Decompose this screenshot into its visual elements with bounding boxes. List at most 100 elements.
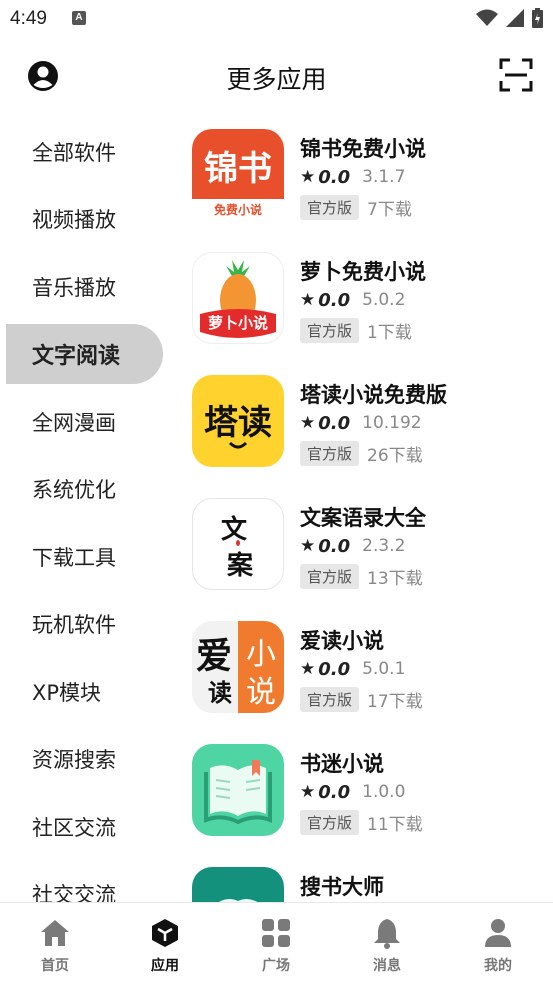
bottom-navigation: 首页 应用 广场 消息 我的 [0, 902, 553, 984]
nav-label: 应用 [151, 958, 179, 974]
app-item[interactable]: 文 案 文案语录大全 ★ 0.0 2.3.2 官方版 13下载 [192, 498, 553, 594]
app-icon-tadu: 塔读 [192, 375, 284, 467]
app-rating-row: ★ 0.0 1.0.0 [300, 780, 405, 804]
category-music[interactable]: 音乐播放 [6, 257, 163, 317]
status-icons [476, 8, 543, 28]
category-social[interactable]: 社交交流 [6, 864, 163, 902]
app-tag-row: 官方版 1下载 [300, 317, 412, 343]
category-label: 玩机软件 [32, 613, 116, 637]
category-tools[interactable]: 玩机软件 [6, 594, 163, 654]
star-icon: ★ [300, 782, 316, 802]
app-icon-aidu: 爱 读 小 说 [192, 621, 284, 713]
app-rating: 0.0 [318, 412, 351, 434]
status-bar: 4:49 A [0, 0, 553, 38]
official-badge: 官方版 [300, 686, 360, 712]
app-icon-shumi [192, 744, 284, 836]
notification-icon: A [72, 11, 86, 25]
download-count: 11下载 [367, 814, 423, 835]
app-name: 塔读小说免费版 [300, 383, 447, 407]
grid-icon [262, 919, 290, 947]
star-icon: ★ [300, 167, 316, 187]
app-name: 爱读小说 [300, 629, 384, 653]
download-count: 7下载 [367, 199, 412, 220]
official-badge: 官方版 [300, 194, 360, 220]
category-label: 社交交流 [32, 883, 116, 902]
app-rating-row: ★ 0.0 10.192 [300, 411, 422, 435]
category-video[interactable]: 视频播放 [6, 189, 163, 249]
nav-profile[interactable]: 我的 [443, 903, 553, 984]
app-item[interactable]: 锦书 免费小说 锦书免费小说 ★ 0.0 3.1.7 官方版 7下载 [192, 129, 553, 225]
category-label: 资源搜索 [32, 748, 116, 772]
category-label: 视频播放 [32, 208, 116, 232]
app-rating-row: ★ 0.0 3.1.7 [300, 165, 405, 189]
nav-label: 我的 [484, 958, 512, 974]
app-version: 5.0.2 [362, 290, 406, 310]
nav-home[interactable]: 首页 [0, 903, 110, 984]
bell-icon [374, 919, 400, 949]
star-icon: ★ [300, 536, 316, 556]
app-rating: 0.0 [318, 535, 351, 557]
app-item[interactable]: 爱 读 小 说 爱读小说 ★ 0.0 5.0.1 官方版 17下载 [192, 621, 553, 717]
app-name: 搜书大师 [300, 875, 384, 899]
battery-icon [532, 8, 543, 28]
category-all[interactable]: 全部软件 [6, 122, 163, 182]
download-count: 13下载 [367, 568, 423, 589]
home-icon [41, 920, 69, 946]
star-icon: ★ [300, 659, 316, 679]
category-comics[interactable]: 全网漫画 [6, 392, 163, 452]
icon-text: 说 [246, 675, 276, 710]
app-icon-soushu [192, 867, 284, 902]
app-version: 5.0.1 [362, 659, 406, 679]
app-rating-row: ★ 0.0 2.3.2 [300, 534, 405, 558]
app-name: 萝卜免费小说 [300, 260, 426, 284]
app-item[interactable]: 萝卜小说 萝卜免费小说 ★ 0.0 5.0.2 官方版 1下载 [192, 252, 553, 348]
category-reading[interactable]: 文字阅读 [6, 324, 163, 384]
app-version: 2.3.2 [362, 536, 406, 556]
star-icon: ★ [300, 290, 316, 310]
category-community[interactable]: 社区交流 [6, 797, 163, 857]
category-search[interactable]: 资源搜索 [6, 729, 163, 789]
app-version: 1.0.0 [362, 782, 406, 802]
category-label: 社区交流 [32, 816, 116, 840]
icon-text: 萝卜小说 [207, 314, 268, 332]
app-tag-row: 官方版 17下载 [300, 686, 423, 712]
app-icon-wenan: 文 案 [192, 498, 284, 590]
category-xp[interactable]: XP模块 [6, 662, 163, 722]
category-label: 全部软件 [32, 141, 116, 165]
category-label: 全网漫画 [32, 411, 116, 435]
app-rating-row: ★ 0.0 5.0.2 [300, 288, 405, 312]
download-count: 1下载 [367, 322, 412, 343]
app-item[interactable]: 塔读 塔读小说免费版 ★ 0.0 10.192 官方版 26下载 [192, 375, 553, 471]
nav-label: 广场 [262, 958, 290, 974]
nav-square[interactable]: 广场 [221, 903, 331, 984]
app-rating-row: ★ 0.0 5.0.1 [300, 657, 405, 681]
app-name: 文案语录大全 [300, 506, 426, 530]
official-badge: 官方版 [300, 563, 360, 589]
app-header: 更多应用 [0, 38, 553, 116]
category-label: XP模块 [32, 681, 102, 705]
download-count: 17下载 [367, 691, 423, 712]
app-list: 锦书 免费小说 锦书免费小说 ★ 0.0 3.1.7 官方版 7下载 萝卜小说 … [175, 116, 553, 902]
app-item[interactable]: 搜书大师 [192, 867, 553, 902]
wifi-icon [476, 9, 498, 26]
app-tag-row: 官方版 13下载 [300, 563, 423, 589]
nav-apps[interactable]: 应用 [110, 903, 220, 984]
icon-text: 锦书 [204, 149, 272, 189]
download-count: 26下载 [367, 445, 423, 466]
nav-messages[interactable]: 消息 [332, 903, 442, 984]
icon-subtext: 免费小说 [213, 203, 262, 217]
app-version: 10.192 [362, 413, 422, 433]
page-title: 更多应用 [226, 65, 327, 94]
category-download[interactable]: 下载工具 [6, 527, 163, 587]
scan-icon[interactable] [499, 58, 533, 92]
app-tag-row: 官方版 7下载 [300, 194, 412, 220]
icon-text: 文 [221, 515, 248, 545]
category-system[interactable]: 系统优化 [6, 459, 163, 519]
icon-text: 塔读 [204, 403, 272, 443]
app-rating: 0.0 [318, 166, 351, 188]
app-item[interactable]: 书迷小说 ★ 0.0 1.0.0 官方版 11下载 [192, 744, 553, 840]
app-tag-row: 官方版 26下载 [300, 440, 423, 466]
app-rating: 0.0 [318, 289, 351, 311]
app-name: 锦书免费小说 [300, 137, 426, 161]
category-label: 音乐播放 [32, 276, 116, 300]
